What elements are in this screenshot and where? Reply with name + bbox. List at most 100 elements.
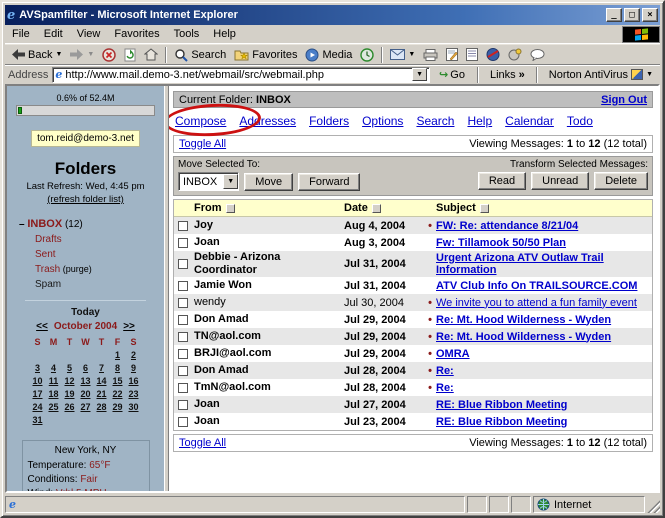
message-checkbox[interactable] xyxy=(178,383,188,393)
mail-button[interactable]: ▼ xyxy=(386,48,419,61)
nav-folders-link[interactable]: Folders xyxy=(309,114,349,128)
nav-compose-link[interactable]: Compose xyxy=(175,114,226,128)
calendar-day-link[interactable]: 28 xyxy=(96,402,106,412)
message-subject-link[interactable]: Re: Mt. Hood Wilderness - Wyden xyxy=(436,314,611,326)
favorites-button[interactable]: Favorites xyxy=(230,48,301,62)
maximize-button[interactable]: □ xyxy=(624,8,640,22)
message-subject-link[interactable]: RE: Blue Ribbon Meeting xyxy=(436,399,567,411)
move-button[interactable]: Move xyxy=(244,173,293,191)
nav-todo-link[interactable]: Todo xyxy=(567,114,593,128)
message-checkbox[interactable] xyxy=(178,315,188,325)
message-checkbox[interactable] xyxy=(178,417,188,427)
calendar-day-link[interactable]: 30 xyxy=(128,402,138,412)
calendar-day-link[interactable]: 18 xyxy=(48,389,58,399)
address-dropdown-icon[interactable]: ▼ xyxy=(412,68,427,81)
go-button[interactable]: ↪ Go xyxy=(434,67,470,82)
calendar-day-link[interactable]: 23 xyxy=(128,389,138,399)
print-button[interactable] xyxy=(419,48,442,62)
calendar-prev-link[interactable]: << xyxy=(36,321,48,332)
calendar-day-link[interactable]: 2 xyxy=(131,350,136,360)
real-guide-button[interactable] xyxy=(482,47,504,62)
media-button[interactable]: Media xyxy=(301,47,356,63)
home-button[interactable] xyxy=(140,47,162,62)
close-button[interactable]: × xyxy=(642,8,658,22)
menu-help[interactable]: Help xyxy=(206,26,243,42)
nav-search-link[interactable]: Search xyxy=(416,114,454,128)
trash-purge-link[interactable]: (purge) xyxy=(60,264,92,274)
calendar-day-link[interactable]: 13 xyxy=(80,376,90,386)
message-subject-link[interactable]: FW: Re: attendance 8/21/04 xyxy=(436,220,578,232)
folder-select[interactable]: INBOX ▼ xyxy=(178,172,239,191)
calendar-day-link[interactable]: 29 xyxy=(112,402,122,412)
calendar-day-link[interactable]: 25 xyxy=(48,402,58,412)
refresh-button[interactable] xyxy=(120,47,140,63)
calendar-day-link[interactable]: 24 xyxy=(32,402,42,412)
message-checkbox[interactable] xyxy=(178,298,188,308)
calendar-day-link[interactable]: 16 xyxy=(128,376,138,386)
folder-inbox-link[interactable]: INBOX xyxy=(27,218,62,230)
calendar-day-link[interactable]: 6 xyxy=(83,363,88,373)
calendar-day-link[interactable]: 14 xyxy=(96,376,106,386)
calendar-day-link[interactable]: 5 xyxy=(67,363,72,373)
resize-grip[interactable] xyxy=(647,500,660,513)
unread-button[interactable]: Unread xyxy=(531,172,589,190)
discuss-button[interactable] xyxy=(526,48,549,62)
message-subject-link[interactable]: Re: xyxy=(436,382,454,394)
stop-button[interactable] xyxy=(98,47,120,63)
calendar-day-link[interactable]: 9 xyxy=(131,363,136,373)
folder-spam-link[interactable]: Spam xyxy=(35,279,61,290)
menu-view[interactable]: View xyxy=(70,26,108,42)
message-checkbox[interactable] xyxy=(178,400,188,410)
search-button[interactable]: Search xyxy=(170,47,230,63)
message-checkbox[interactable] xyxy=(178,238,188,248)
document-button[interactable] xyxy=(462,47,482,62)
calendar-day-link[interactable]: 1 xyxy=(115,350,120,360)
forward-dropdown-icon[interactable]: ▼ xyxy=(87,51,94,58)
message-subject-link[interactable]: OMRA xyxy=(436,348,470,360)
calendar-day-link[interactable]: 3 xyxy=(35,363,40,373)
calendar-day-link[interactable]: 7 xyxy=(99,363,104,373)
menu-favorites[interactable]: Favorites xyxy=(107,26,166,42)
sign-out-link[interactable]: Sign Out xyxy=(601,94,647,106)
calendar-next-link[interactable]: >> xyxy=(123,321,135,332)
calendar-today-link[interactable]: Today xyxy=(71,307,100,318)
menu-edit[interactable]: Edit xyxy=(37,26,70,42)
message-checkbox[interactable] xyxy=(178,221,188,231)
delete-button[interactable]: Delete xyxy=(594,172,648,190)
minimize-button[interactable]: _ xyxy=(606,8,622,22)
folder-select-dropdown-icon[interactable]: ▼ xyxy=(223,174,238,189)
back-button[interactable]: Back ▼ xyxy=(7,48,66,62)
calendar-day-link[interactable]: 20 xyxy=(80,389,90,399)
norton-antivirus-button[interactable]: Norton AntiVirus ▼ xyxy=(545,69,657,81)
message-checkbox[interactable] xyxy=(178,349,188,359)
address-field[interactable]: e http://www.mail.demo-3.net/webmail/src… xyxy=(52,67,430,83)
links-button[interactable]: Links » xyxy=(486,69,529,81)
nav-help-link[interactable]: Help xyxy=(467,114,492,128)
message-subject-link[interactable]: We invite you to attend a fun family eve… xyxy=(436,297,637,309)
toggle-all-link[interactable]: Toggle All xyxy=(179,138,226,150)
menu-tools[interactable]: Tools xyxy=(167,26,207,42)
message-checkbox[interactable] xyxy=(178,281,188,291)
mail-dropdown-icon[interactable]: ▼ xyxy=(408,51,415,58)
refresh-folder-list-link[interactable]: (refresh folder list) xyxy=(47,194,124,205)
sort-subject-button[interactable] xyxy=(480,204,489,213)
message-subject-link[interactable]: Urgent Arizona ATV Outlaw Trail Informat… xyxy=(436,252,604,276)
calendar-day-link[interactable]: 4 xyxy=(51,363,56,373)
folder-trash-link[interactable]: Trash xyxy=(35,264,60,275)
edit-button[interactable] xyxy=(442,47,462,62)
message-checkbox[interactable] xyxy=(178,366,188,376)
folder-sent-link[interactable]: Sent xyxy=(35,249,56,260)
calendar-day-link[interactable]: 17 xyxy=(32,389,42,399)
message-subject-link[interactable]: Re: xyxy=(436,365,454,377)
history-button[interactable] xyxy=(356,47,378,63)
message-subject-link[interactable]: ATV Club Info On TRAILSOURCE.COM xyxy=(436,280,637,292)
menu-file[interactable]: File xyxy=(5,26,37,42)
calendar-day-link[interactable]: 26 xyxy=(64,402,74,412)
sort-date-button[interactable] xyxy=(372,204,381,213)
calendar-day-link[interactable]: 27 xyxy=(80,402,90,412)
calendar-day-link[interactable]: 21 xyxy=(96,389,106,399)
nav-options-link[interactable]: Options xyxy=(362,114,403,128)
calendar-day-link[interactable]: 10 xyxy=(32,376,42,386)
message-subject-link[interactable]: Re: Mt. Hood Wilderness - Wyden xyxy=(436,331,611,343)
calendar-day-link[interactable]: 31 xyxy=(32,415,42,425)
